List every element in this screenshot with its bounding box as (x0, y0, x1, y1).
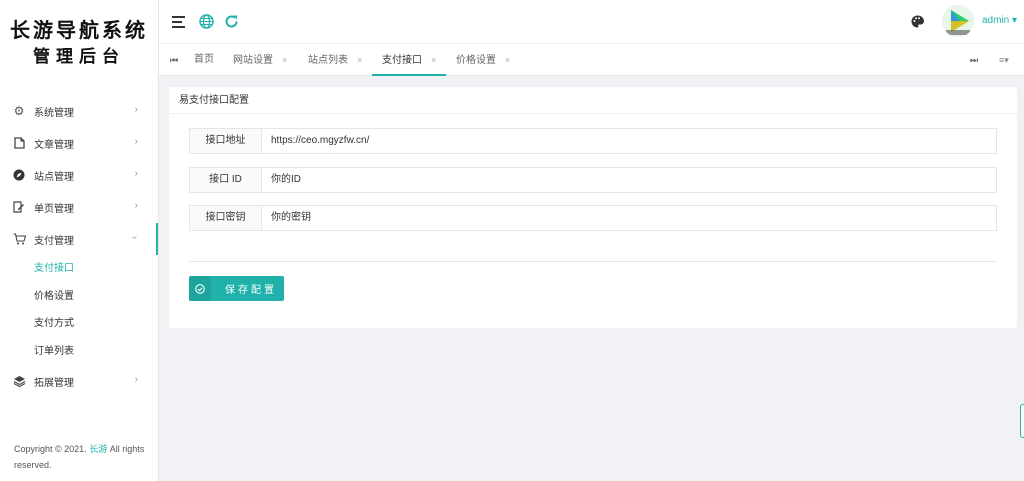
tab-scroll-right-icon[interactable]: ⏭ (970, 44, 978, 76)
api-id-input[interactable] (263, 168, 996, 192)
sidebar-item-label: 单页管理 (34, 203, 74, 215)
cart-icon (12, 232, 26, 246)
chevron-right-icon: › (134, 168, 138, 179)
edit-page-icon (12, 200, 26, 214)
menu-toggle-icon[interactable] (170, 12, 188, 30)
gear-icon: ⚙ (13, 104, 25, 118)
chevron-right-icon: › (134, 374, 138, 385)
form-row-api-id: 接口 ID (189, 167, 997, 193)
tab-home[interactable]: 首页 (194, 44, 214, 76)
field-label: 接口 ID (190, 168, 262, 192)
copyright: Copyright © 2021. 长游 All rights reserved… (14, 441, 149, 473)
tab-site-settings[interactable]: 网站设置 × (233, 44, 287, 76)
compass-icon (12, 168, 26, 182)
field-label: 接口地址 (190, 129, 262, 153)
logo: 长游导航系统 管理后台 (0, 0, 158, 86)
field-label: 接口密钥 (190, 206, 262, 230)
refresh-icon[interactable] (222, 12, 240, 30)
sidebar-item-pages[interactable]: 单页管理 › (0, 191, 158, 223)
globe-icon[interactable] (197, 12, 215, 30)
config-card: 易支付接口配置 接口地址 接口 ID 接口密钥 保存配置 (169, 87, 1017, 328)
sidebar-subitem-order-list[interactable]: 订单列表 (0, 338, 158, 366)
save-config-label: 保存配置 (225, 285, 277, 296)
copyright-brand-link[interactable]: 长游 (89, 444, 107, 454)
sidebar-item-label: 拓展管理 (34, 377, 74, 389)
sidebar-item-extend[interactable]: 拓展管理 › (0, 365, 158, 397)
chevron-right-icon: › (134, 104, 138, 115)
payment-submenu: 支付接口 价格设置 支付方式 订单列表 (0, 255, 158, 365)
top-header: admin ▾ (159, 0, 1024, 44)
sidebar-item-sites[interactable]: 站点管理 › (0, 159, 158, 191)
sidebar-subitem-pay-methods[interactable]: 支付方式 (0, 310, 158, 338)
api-url-input[interactable] (263, 129, 996, 153)
chevron-right-icon: › (134, 200, 138, 211)
close-icon[interactable]: × (505, 55, 510, 65)
save-config-button[interactable]: 保存配置 (189, 276, 284, 301)
sidebar-item-payment[interactable]: 支付管理 › (0, 223, 158, 255)
tab-label: 支付接口 (382, 55, 422, 66)
sidebar-item-label: 文章管理 (34, 139, 74, 151)
tab-bar: ⏮ 首页 网站设置 × 站点列表 × 支付接口 × 价格设置 × ⏭ ≡▾ (159, 44, 1024, 76)
close-icon[interactable]: × (282, 55, 287, 65)
avatar[interactable] (942, 5, 974, 37)
copyright-prefix: Copyright © 2021. (14, 444, 87, 454)
divider (189, 261, 997, 262)
sidebar-item-label: 系统管理 (34, 107, 74, 119)
sidebar-item-system[interactable]: ⚙ 系统管理 › (0, 95, 158, 127)
close-icon[interactable]: × (357, 55, 362, 65)
logo-title: 长游导航系统 (10, 18, 148, 42)
logo-subtitle: 管理后台 (33, 47, 125, 67)
user-menu[interactable]: admin ▾ (982, 15, 1017, 26)
tab-label: 首页 (194, 54, 214, 65)
sidebar-menu: ⚙ 系统管理 › 文章管理 › 站点管理 › 单页管理 › 支付管理 › 支付接… (0, 95, 158, 397)
sidebar-item-label: 支付管理 (34, 235, 74, 247)
sidebar-item-label: 站点管理 (34, 171, 74, 183)
api-key-input[interactable] (263, 206, 996, 230)
close-icon[interactable]: × (431, 55, 436, 65)
form-row-api-key: 接口密钥 (189, 205, 997, 231)
tab-label: 站点列表 (308, 55, 348, 66)
form-row-api-url: 接口地址 (189, 128, 997, 154)
tab-label: 价格设置 (456, 55, 496, 66)
tab-menu-icon[interactable]: ≡▾ (999, 44, 1009, 76)
tab-pay-interface[interactable]: 支付接口 × (372, 44, 447, 76)
tab-site-list[interactable]: 站点列表 × (308, 44, 362, 76)
tab-price-settings[interactable]: 价格设置 × (456, 44, 510, 76)
side-scroll-handle[interactable] (1020, 404, 1024, 438)
sidebar-subitem-pay-interface[interactable]: 支付接口 (0, 255, 158, 283)
layers-icon (12, 374, 26, 388)
file-icon (12, 136, 26, 150)
check-circle-icon (189, 276, 211, 301)
tab-label: 网站设置 (233, 55, 273, 66)
card-title: 易支付接口配置 (169, 87, 1017, 114)
chevron-down-icon: › (128, 235, 140, 240)
palette-icon[interactable] (908, 12, 926, 30)
sidebar: 长游导航系统 管理后台 ⚙ 系统管理 › 文章管理 › 站点管理 › 单页管理 … (0, 0, 159, 481)
sidebar-item-articles[interactable]: 文章管理 › (0, 127, 158, 159)
tab-scroll-left-icon[interactable]: ⏮ (170, 44, 178, 76)
sidebar-subitem-price-settings[interactable]: 价格设置 (0, 283, 158, 311)
chevron-right-icon: › (134, 136, 138, 147)
